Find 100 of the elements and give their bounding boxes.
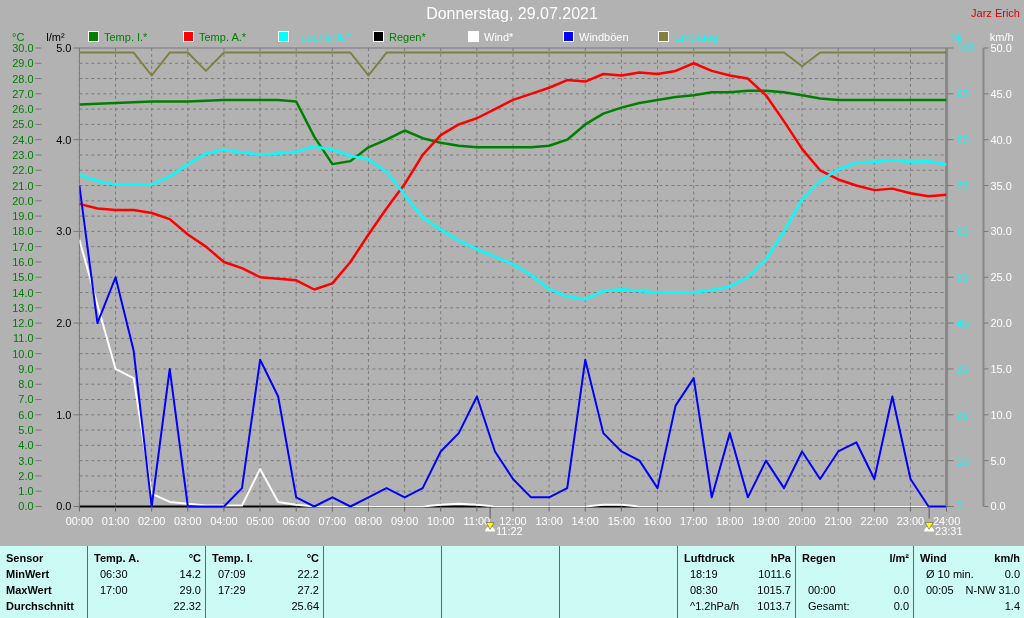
legend-label: Empfang [674,30,719,43]
table-cell: 18:19 [690,568,718,581]
axis-tick-label: 5.0 [990,454,1006,467]
table-cell: 17:29 [218,584,246,597]
axis-tick-label: 9.0 [18,362,34,375]
axis-tick-label: 22:00 [860,515,889,528]
axis-tick-label: 20 [956,408,969,421]
axis-tick-label: 19.0 [12,209,34,222]
axis-tick-label: 26.0 [12,102,34,115]
legend-label: Temp. A.* [199,30,247,43]
axis-tick-label: 21:00 [824,515,852,528]
table-cell-text: 22.32 [173,599,201,615]
axis-tick-label: 24.0 [12,133,34,146]
axis-tick-label: 1.0 [56,408,72,421]
row-label: MaxWert [6,583,53,599]
axis-tick-label: 11:00 [463,515,491,528]
chart-title: Donnerstag, 29.07.2021 [426,4,598,23]
axis-tick-label: 09:00 [390,515,419,528]
axis-tick-label: 23:00 [896,515,925,528]
axis-tick-label: 03:00 [174,515,202,528]
axis-tick-label: 40 [956,316,969,329]
table-cell: 08:30 [690,584,718,597]
row-label: MinWert [6,567,51,583]
author-name: Jarz Erich [971,6,1021,19]
axis-tick-label: 30.0 [12,43,34,54]
axis-tick-label: 10.0 [12,347,34,360]
axis-tick-label: 4.0 [56,133,72,146]
axis-tick-label: 15:00 [607,515,636,528]
axis-tick-label: 20:00 [788,515,816,528]
column-header: Temp. A. [94,551,140,567]
axis-tick-label: 06:00 [282,515,310,528]
axis-tick-label: 1.0 [18,485,34,498]
column-header: Regen [802,551,836,567]
annotation-label: 11:22 [496,525,523,538]
table-cell-text: 1015.7 [757,583,791,599]
axis-tick-label: 35.0 [990,179,1012,192]
legend-label: Regen* [389,30,426,43]
axis-tick-label: 11.0 [13,332,34,345]
legend-label: Windböen [579,30,629,43]
table-cell: ^1.2hPa/h [690,600,740,613]
axis-tick-label: 17.0 [12,240,34,253]
axis-tick-label: 50.0 [990,43,1012,54]
axis-tick-label: 100 [956,43,975,54]
axis-tick-label: 27.0 [12,87,34,100]
axis-tick-label: 08:00 [354,515,383,528]
axis-tick-label: 0.0 [56,500,72,513]
axis-tick-label: 6.0 [18,408,34,421]
table-cell-text: 27.2 [297,583,319,599]
legend-label: Feuchte A.* [294,30,351,43]
axis-tick-label: 20.0 [12,194,34,207]
table-cell: 00:05 [926,584,954,597]
axis-tick-label: 24:00 [932,515,961,528]
row-label: Sensor [6,551,45,567]
axis-tick-label: 18:00 [716,515,744,528]
axis-tick-label: 5.0 [56,43,72,54]
axis-tick-label: 28.0 [12,72,34,85]
axis-tick-label: 12.0 [12,316,34,329]
axis-tick-label: 19:00 [752,515,780,528]
table-cell-text: 0.0 [893,599,909,615]
axis-unit: °C [12,30,25,43]
table-cell-text: 25.64 [291,599,319,615]
axis-tick-label: 05:00 [246,515,274,528]
axis-tick-label: 90 [956,87,969,100]
axis-tick-label: 4.0 [18,439,34,452]
axis-tick-label: 04:00 [210,515,238,528]
axis-tick-label: 3.0 [56,225,72,238]
axis-tick-label: 25.0 [12,118,34,131]
table-cell-text: 14.2 [179,567,201,583]
axis-unit: % [952,30,962,43]
axis-tick-label: 10.0 [990,408,1012,421]
axis-tick-label: 14:00 [571,515,599,528]
unit-label: hPa [770,551,791,567]
table-cell: Gesamt: [808,600,850,613]
table-cell-text: 1011.6 [758,567,791,583]
table-cell: 17:00 [100,584,128,597]
table-cell: 07:09 [218,568,246,581]
axis-tick-label: 2.0 [56,316,72,329]
axis-tick-label: 30.0 [990,225,1012,238]
axis-tick-label: 10 [956,454,969,467]
axis-tick-label: 00:00 [65,515,94,528]
table-cell: 06:30 [100,568,128,581]
row-label: Durchschnitt [6,599,75,615]
axis-unit: km/h [989,30,1014,43]
axis-tick-label: 16.0 [12,255,34,268]
axis-tick-label: 2.0 [18,469,34,482]
axis-tick-label: 22.0 [12,164,34,177]
axis-tick-label: 01:00 [101,515,130,528]
axis-tick-label: 5.0 [18,423,34,436]
axis-tick-label: 02:00 [137,515,166,528]
axis-tick-label: 14.0 [12,286,34,299]
axis-tick-label: 0.0 [990,500,1006,513]
axis-tick-label: 12:00 [499,515,527,528]
annotation-label: 23:31 [935,525,963,538]
axis-tick-label: 45.0 [990,87,1012,100]
marker-icon [924,522,935,532]
table-cell-text: 29.0 [179,583,201,599]
axis-tick-label: 7.0 [18,393,34,406]
axis-tick-label: 15.0 [12,271,34,284]
axis-tick-label: 10:00 [427,515,455,528]
column-header: Luftdruck [684,551,735,567]
